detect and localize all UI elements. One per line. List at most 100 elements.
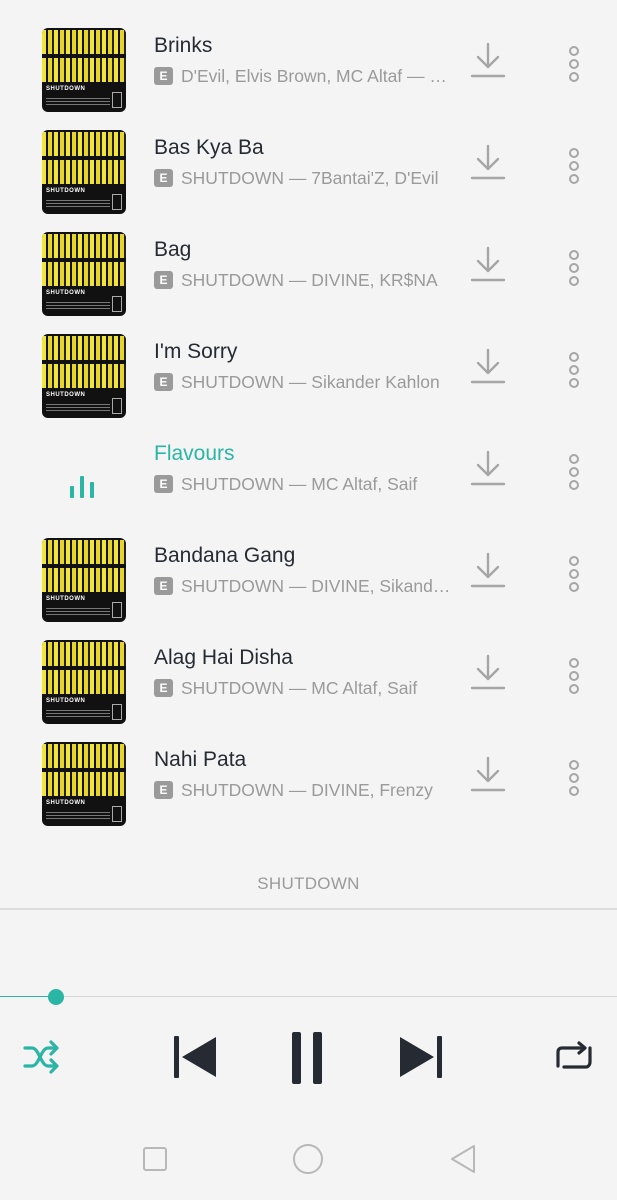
pause-icon: [292, 1032, 322, 1084]
explicit-badge: E: [154, 475, 173, 493]
album-art: SHUTDOWN: [42, 130, 126, 214]
more-options-button[interactable]: [564, 656, 584, 696]
track-subtitle: E SHUTDOWN — Sikander Kahlon: [154, 370, 451, 394]
track-subtitle: E D'Evil, Elvis Brown, MC Altaf — SHUTDOW…: [154, 64, 451, 88]
explicit-badge: E: [154, 67, 173, 85]
track-row[interactable]: SHUTDOWN Bandana Gang E SHUTDOWN — DIVINE, …: [0, 530, 617, 632]
track-subtitle: E SHUTDOWN — DIVINE, Frenzy: [154, 778, 451, 802]
more-options-button[interactable]: [564, 350, 584, 390]
track-artists: SHUTDOWN — Sikander Kahlon: [181, 371, 440, 392]
download-button[interactable]: [470, 40, 506, 80]
track-row[interactable]: SHUTDOWN Nahi Pata E SHUTDOWN — DIVINE, Fre…: [0, 734, 617, 836]
cover-label: SHUTDOWN: [46, 698, 86, 704]
download-icon: [470, 348, 506, 384]
track-title: Brinks: [154, 34, 213, 57]
track-artists: SHUTDOWN — DIVINE, Sikander Kahlon: [181, 575, 451, 596]
track-row[interactable]: SHUTDOWN Brinks E D'Evil, Elvis Brown, MC A…: [0, 20, 617, 122]
more-vertical-icon: [569, 658, 579, 694]
seek-bar-thumb[interactable]: [47, 989, 64, 1005]
triangle-back-icon: [451, 1145, 475, 1173]
more-vertical-icon: [569, 148, 579, 184]
track-artists: SHUTDOWN — DIVINE, Frenzy: [181, 779, 433, 800]
seek-bar[interactable]: [0, 996, 617, 997]
download-button[interactable]: [470, 448, 506, 488]
more-vertical-icon: [569, 352, 579, 388]
cover-label: SHUTDOWN: [46, 290, 86, 296]
nav-recents-button[interactable]: [142, 1146, 168, 1172]
download-button[interactable]: [470, 142, 506, 182]
album-art: SHUTDOWN: [42, 640, 126, 724]
track-row[interactable]: SHUTDOWN I'm Sorry E SHUTDOWN — Sikander Ka…: [0, 326, 617, 428]
album-art: SHUTDOWN: [42, 538, 126, 622]
album-footer: SHUTDOWN: [257, 874, 360, 893]
nav-home-button[interactable]: [292, 1143, 324, 1175]
equalizer-icon: [70, 472, 100, 498]
track-row[interactable]: SHUTDOWN Alag Hai Disha E SHUTDOWN — MC Alt…: [0, 632, 617, 734]
download-icon: [470, 246, 506, 282]
track-subtitle: E SHUTDOWN — DIVINE, Sikander Kahlon: [154, 574, 451, 598]
track-artists: SHUTDOWN — 7Bantai'Z, D'Evil: [181, 167, 439, 188]
download-button[interactable]: [470, 346, 506, 386]
track-subtitle: E SHUTDOWN — DIVINE, KR$NA: [154, 268, 451, 292]
album-art: SHUTDOWN: [42, 28, 126, 112]
track-subtitle: E SHUTDOWN — MC Altaf, Saif: [154, 676, 451, 700]
cover-label: SHUTDOWN: [46, 86, 86, 92]
track-row[interactable]: Flavours E SHUTDOWN — MC Altaf, Saif: [0, 428, 617, 530]
track-title: Alag Hai Disha: [154, 646, 293, 669]
download-icon: [470, 450, 506, 486]
pause-button[interactable]: [290, 1030, 326, 1086]
track-subtitle: E SHUTDOWN — MC Altaf, Saif: [154, 472, 451, 496]
track-artists: SHUTDOWN — DIVINE, KR$NA: [181, 269, 438, 290]
track-title: Bandana Gang: [154, 544, 296, 567]
more-vertical-icon: [569, 556, 579, 592]
download-icon: [470, 756, 506, 792]
album-art: SHUTDOWN: [42, 742, 126, 826]
track-subtitle: E SHUTDOWN — 7Bantai'Z, D'Evil: [154, 166, 451, 190]
more-options-button[interactable]: [564, 758, 584, 798]
track-row[interactable]: SHUTDOWN Bag E SHUTDOWN — DIVINE, KR$NA: [0, 224, 617, 326]
cover-label: SHUTDOWN: [46, 188, 86, 194]
track-title: Bas Kya Ba: [154, 136, 264, 159]
cover-label: SHUTDOWN: [46, 596, 86, 602]
download-button[interactable]: [470, 550, 506, 590]
more-options-button[interactable]: [564, 248, 584, 288]
cover-label: SHUTDOWN: [46, 392, 86, 398]
shuffle-button[interactable]: [22, 1038, 62, 1076]
cover-label: SHUTDOWN: [46, 800, 86, 806]
download-icon: [470, 654, 506, 690]
download-button[interactable]: [470, 244, 506, 284]
square-icon: [143, 1147, 167, 1171]
more-options-button[interactable]: [564, 146, 584, 186]
more-options-button[interactable]: [564, 554, 584, 594]
download-icon: [470, 144, 506, 180]
download-icon: [470, 42, 506, 78]
divider: [0, 908, 617, 910]
track-title: Flavours: [154, 442, 235, 465]
next-button[interactable]: [398, 1034, 444, 1080]
repeat-button[interactable]: [554, 1040, 594, 1074]
explicit-badge: E: [154, 373, 173, 391]
download-button[interactable]: [470, 754, 506, 794]
track-title: Bag: [154, 238, 192, 261]
download-button[interactable]: [470, 652, 506, 692]
download-icon: [470, 552, 506, 588]
skip-next-icon: [400, 1036, 442, 1078]
shuffle-icon: [23, 1040, 59, 1074]
more-vertical-icon: [569, 760, 579, 796]
explicit-badge: E: [154, 577, 173, 595]
album-art: SHUTDOWN: [42, 232, 126, 316]
track-row[interactable]: SHUTDOWN Bas Kya Ba E SHUTDOWN — 7Bantai'Z,…: [0, 122, 617, 224]
track-title: I'm Sorry: [154, 340, 238, 363]
skip-previous-icon: [174, 1036, 216, 1078]
more-options-button[interactable]: [564, 452, 584, 492]
repeat-icon: [556, 1041, 592, 1069]
track-artists: SHUTDOWN — MC Altaf, Saif: [181, 677, 418, 698]
circle-icon: [293, 1144, 323, 1174]
explicit-badge: E: [154, 781, 173, 799]
track-artists: SHUTDOWN — MC Altaf, Saif: [181, 473, 418, 494]
more-vertical-icon: [569, 250, 579, 286]
explicit-badge: E: [154, 169, 173, 187]
nav-back-button[interactable]: [448, 1143, 478, 1175]
previous-button[interactable]: [172, 1034, 218, 1080]
more-options-button[interactable]: [564, 44, 584, 84]
